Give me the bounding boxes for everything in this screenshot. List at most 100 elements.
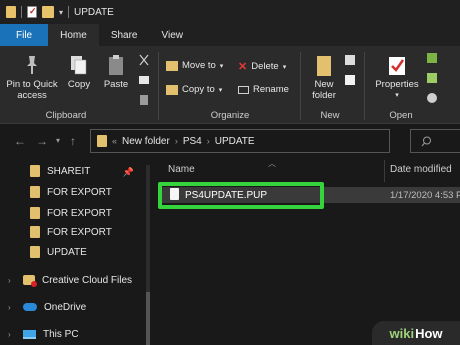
onedrive-cloud-icon [23, 303, 37, 311]
ribbon: Pin to Quick access Copy Paste Clipboard [0, 46, 460, 124]
navigation-bar: ← → ▾ ↑ « New folder › PS4 › UPDATE [0, 124, 460, 158]
new-folder-button[interactable]: New folder [304, 54, 344, 101]
open-icon[interactable] [426, 52, 438, 66]
chevron-right-icon[interactable]: › [175, 136, 178, 146]
pin-icon[interactable]: 📌 [123, 167, 134, 178]
watermark-how: How [415, 325, 443, 341]
paste-button[interactable]: Paste [100, 54, 132, 90]
rename-label: Rename [253, 84, 289, 95]
computer-icon [23, 329, 36, 339]
new-item-icon[interactable] [344, 54, 356, 68]
nav-item-label: This PC [43, 328, 79, 340]
new-folder-quick-icon[interactable] [42, 6, 54, 18]
column-header-date-modified[interactable]: Date modified [390, 164, 452, 175]
pin-label-line1: Pin to Quick [6, 79, 58, 90]
nav-item-label: FOR EXPORT [47, 226, 112, 238]
highlight-box [158, 182, 324, 209]
sort-ascending-icon: ︿ [268, 159, 276, 168]
nav-item-label: Creative Cloud Files [42, 274, 133, 286]
nav-item-for-export[interactable]: FOR EXPORT [30, 182, 112, 202]
column-divider[interactable] [384, 160, 385, 182]
organize-group: Move to ▾ Copy to ▾ ✕ Delete ▾ Rename Or… [160, 46, 300, 124]
easy-access-icon[interactable] [344, 74, 356, 88]
pin-to-quick-access-button[interactable]: Pin to Quick access [4, 54, 60, 101]
new-folder-label-line1: New [314, 79, 334, 90]
nav-item-shareit[interactable]: SHAREIT [30, 161, 90, 181]
breadcrumb-update[interactable]: UPDATE [215, 136, 255, 147]
organize-group-label: Organize [210, 110, 250, 121]
navigation-pane: SHAREIT 📌 FOR EXPORT FOR EXPORT FOR EXPO… [0, 158, 150, 345]
folder-icon [30, 246, 40, 258]
search-box[interactable] [410, 129, 460, 153]
folder-icon [30, 165, 40, 177]
chevron-right-icon[interactable]: › [8, 330, 16, 339]
delete-label: Delete [251, 61, 279, 72]
chevron-down-icon: ▾ [218, 86, 223, 94]
nav-item-update[interactable]: UPDATE [30, 242, 87, 262]
tab-share[interactable]: Share [99, 24, 150, 46]
nav-item-creative-cloud-files[interactable]: › Creative Cloud Files [8, 270, 132, 290]
properties-icon [389, 57, 405, 75]
up-arrow-icon[interactable]: ↑ [70, 134, 76, 148]
nav-item-label: FOR EXPORT [47, 186, 112, 198]
move-to-button[interactable]: Move to ▾ [166, 60, 223, 71]
pin-icon [27, 56, 37, 74]
rename-button[interactable]: Rename [238, 84, 289, 95]
nav-item-label: UPDATE [47, 246, 87, 258]
breadcrumb-new-folder[interactable]: New folder [122, 136, 170, 147]
folder-icon [30, 226, 40, 238]
cut-icon[interactable] [138, 54, 150, 68]
nav-item-label: FOR EXPORT [47, 207, 112, 219]
copy-to-button[interactable]: Copy to ▾ [166, 84, 222, 95]
copy-button[interactable]: Copy [64, 54, 94, 90]
recent-locations-icon[interactable]: ▾ [56, 136, 60, 145]
folder-icon [30, 186, 40, 198]
folder-icon [97, 135, 107, 147]
wikihow-watermark: wiki How [372, 321, 460, 345]
divider [364, 52, 365, 120]
creative-cloud-icon [23, 275, 37, 287]
nav-item-onedrive[interactable]: › OneDrive [8, 297, 86, 317]
chevron-right-icon[interactable]: › [8, 276, 16, 285]
delete-button[interactable]: ✕ Delete ▾ [238, 60, 286, 73]
copy-label: Copy [67, 79, 91, 90]
breadcrumb-ps4[interactable]: PS4 [183, 136, 202, 147]
copy-path-icon[interactable] [138, 74, 150, 88]
properties-button[interactable]: Properties ▾ [372, 54, 422, 101]
chevron-right-icon[interactable]: › [8, 303, 16, 312]
breadcrumb-overflow[interactable]: « [112, 136, 117, 146]
paste-icon [109, 55, 123, 75]
chevron-down-icon: ▾ [282, 63, 287, 71]
chevron-right-icon[interactable]: › [207, 136, 210, 146]
watermark-wiki: wiki [389, 325, 415, 341]
nav-item-label: OneDrive [44, 301, 87, 313]
new-group: New folder New [300, 46, 360, 124]
open-group-label: Open [389, 110, 413, 121]
tab-file[interactable]: File [0, 24, 49, 46]
clipboard-group-label: Clipboard [45, 110, 87, 121]
copy-to-label: Copy to [182, 84, 215, 95]
paste-shortcut-icon[interactable] [138, 94, 150, 108]
nav-item-for-export[interactable]: FOR EXPORT [30, 203, 112, 223]
back-arrow-icon[interactable]: ← [14, 134, 26, 148]
divider [158, 52, 159, 120]
address-bar[interactable]: « New folder › PS4 › UPDATE [90, 129, 390, 153]
edit-icon[interactable] [426, 72, 438, 86]
column-header-name[interactable]: Name [168, 164, 195, 175]
clipboard-group: Pin to Quick access Copy Paste Clipboard [0, 46, 132, 124]
folder-icon [6, 6, 16, 18]
customize-quick-access-icon[interactable]: ▾ [59, 8, 63, 17]
file-list: ︿ Name Date modified PS4UPDATE.PUP 1/17/… [150, 158, 460, 345]
search-icon [421, 136, 431, 146]
nav-item-for-export[interactable]: FOR EXPORT [30, 222, 112, 242]
tab-view[interactable]: View [150, 24, 196, 46]
nav-item-label: SHAREIT [47, 165, 91, 177]
properties-label: Properties [375, 79, 419, 90]
history-icon[interactable] [426, 92, 438, 106]
nav-item-this-pc[interactable]: › This PC [8, 324, 79, 344]
divider [21, 6, 22, 18]
delete-icon: ✕ [238, 61, 248, 73]
forward-arrow-icon[interactable]: → [36, 134, 48, 148]
properties-quick-icon[interactable] [27, 6, 37, 18]
tab-home[interactable]: Home [48, 24, 99, 46]
